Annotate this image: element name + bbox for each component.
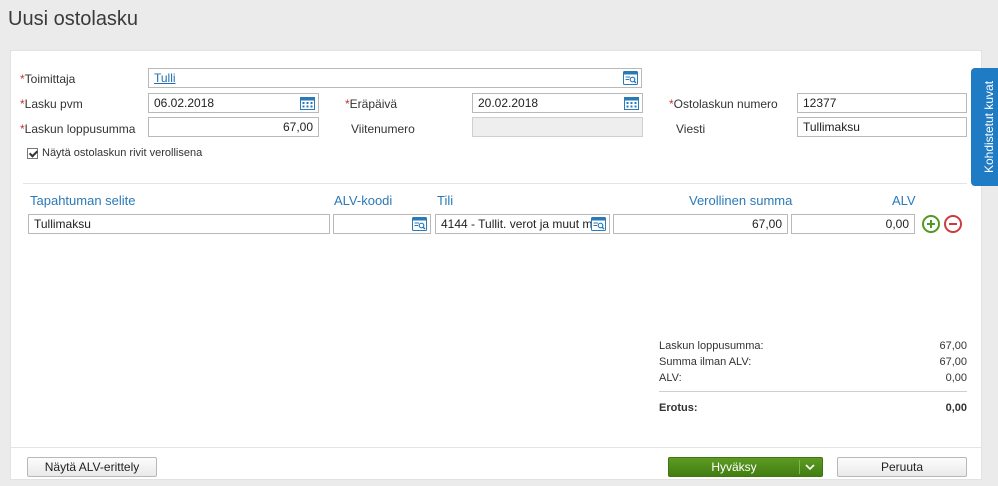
due-date-label: *Eräpäivä [345, 97, 398, 111]
summary-vat-label: ALV: [659, 372, 682, 384]
lookup-icon[interactable] [591, 217, 606, 231]
summary-divider [659, 391, 967, 392]
chevron-down-icon[interactable] [805, 464, 815, 471]
cancel-button[interactable]: Peruuta [837, 457, 967, 477]
attached-images-label: Kohdistetut kuvat [981, 80, 996, 174]
lookup-icon[interactable] [623, 71, 638, 85]
add-row-icon[interactable] [922, 215, 940, 233]
attached-images-tab[interactable]: Kohdistetut kuvat [971, 68, 998, 186]
summary-diff-value: 0,00 [945, 402, 967, 414]
row-vat-field[interactable]: 0,00 [791, 214, 915, 234]
reference-label: Viitenumero [351, 122, 415, 136]
header-account: Tili [437, 193, 454, 208]
footer-divider [11, 447, 981, 448]
message-field[interactable]: Tullimaksu [797, 117, 967, 137]
header-vat-code: ALV-koodi [334, 193, 393, 208]
show-taxed-label: Näytä ostolaskun rivit verollisena [42, 147, 203, 159]
section-divider [23, 183, 967, 184]
invoice-number-label: *Ostolaskun numero [669, 97, 778, 111]
reference-field [472, 117, 643, 137]
header-description: Tapahtuman selite [30, 193, 136, 208]
total-label: *Laskun loppusumma [20, 122, 136, 136]
summary-diff-label: Erotus: [659, 402, 698, 414]
message-label: Viesti [676, 122, 706, 136]
vat-breakdown-button[interactable]: Näytä ALV-erittely [27, 457, 157, 477]
calendar-icon[interactable] [624, 96, 639, 110]
lookup-icon[interactable] [412, 217, 427, 231]
summary-total-value: 67,00 [939, 340, 967, 352]
invoice-date-label: *Lasku pvm [20, 97, 83, 111]
row-description-field[interactable]: Tullimaksu [28, 214, 330, 234]
summary-net-value: 67,00 [939, 356, 967, 368]
invoice-form-card: *Toimittaja Tulli *Lasku pvm 06.02.2018 … [10, 50, 982, 480]
row-taxed-amount-field[interactable]: 67,00 [613, 214, 788, 234]
summary-vat-value: 0,00 [945, 372, 967, 384]
show-taxed-checkbox[interactable] [27, 148, 38, 159]
page-title: Uusi ostolasku [8, 8, 139, 30]
summary-total-label: Laskun loppusumma: [659, 340, 764, 352]
header-vat: ALV [892, 193, 916, 208]
row-account-field[interactable]: 4144 - Tullit. verot ja muut m [435, 214, 610, 234]
remove-row-icon[interactable] [944, 215, 962, 233]
due-date-field[interactable]: 20.02.2018 [472, 93, 643, 113]
approve-label: Hyväksy [711, 460, 757, 474]
summary-net-label: Summa ilman ALV: [659, 356, 752, 368]
supplier-link[interactable]: Tulli [154, 71, 176, 85]
total-field[interactable]: 67,00 [148, 117, 319, 137]
split-divider [799, 460, 800, 474]
invoice-number-field[interactable]: 12377 [797, 93, 967, 113]
header-taxed-amount: Verollinen summa [689, 193, 793, 208]
supplier-label: *Toimittaja [20, 72, 76, 86]
invoice-date-field[interactable]: 06.02.2018 [148, 93, 319, 113]
calendar-icon[interactable] [300, 96, 315, 110]
approve-button[interactable]: Hyväksy [668, 457, 823, 477]
row-vat-code-field[interactable] [333, 214, 431, 234]
supplier-field[interactable]: Tulli [148, 68, 642, 88]
